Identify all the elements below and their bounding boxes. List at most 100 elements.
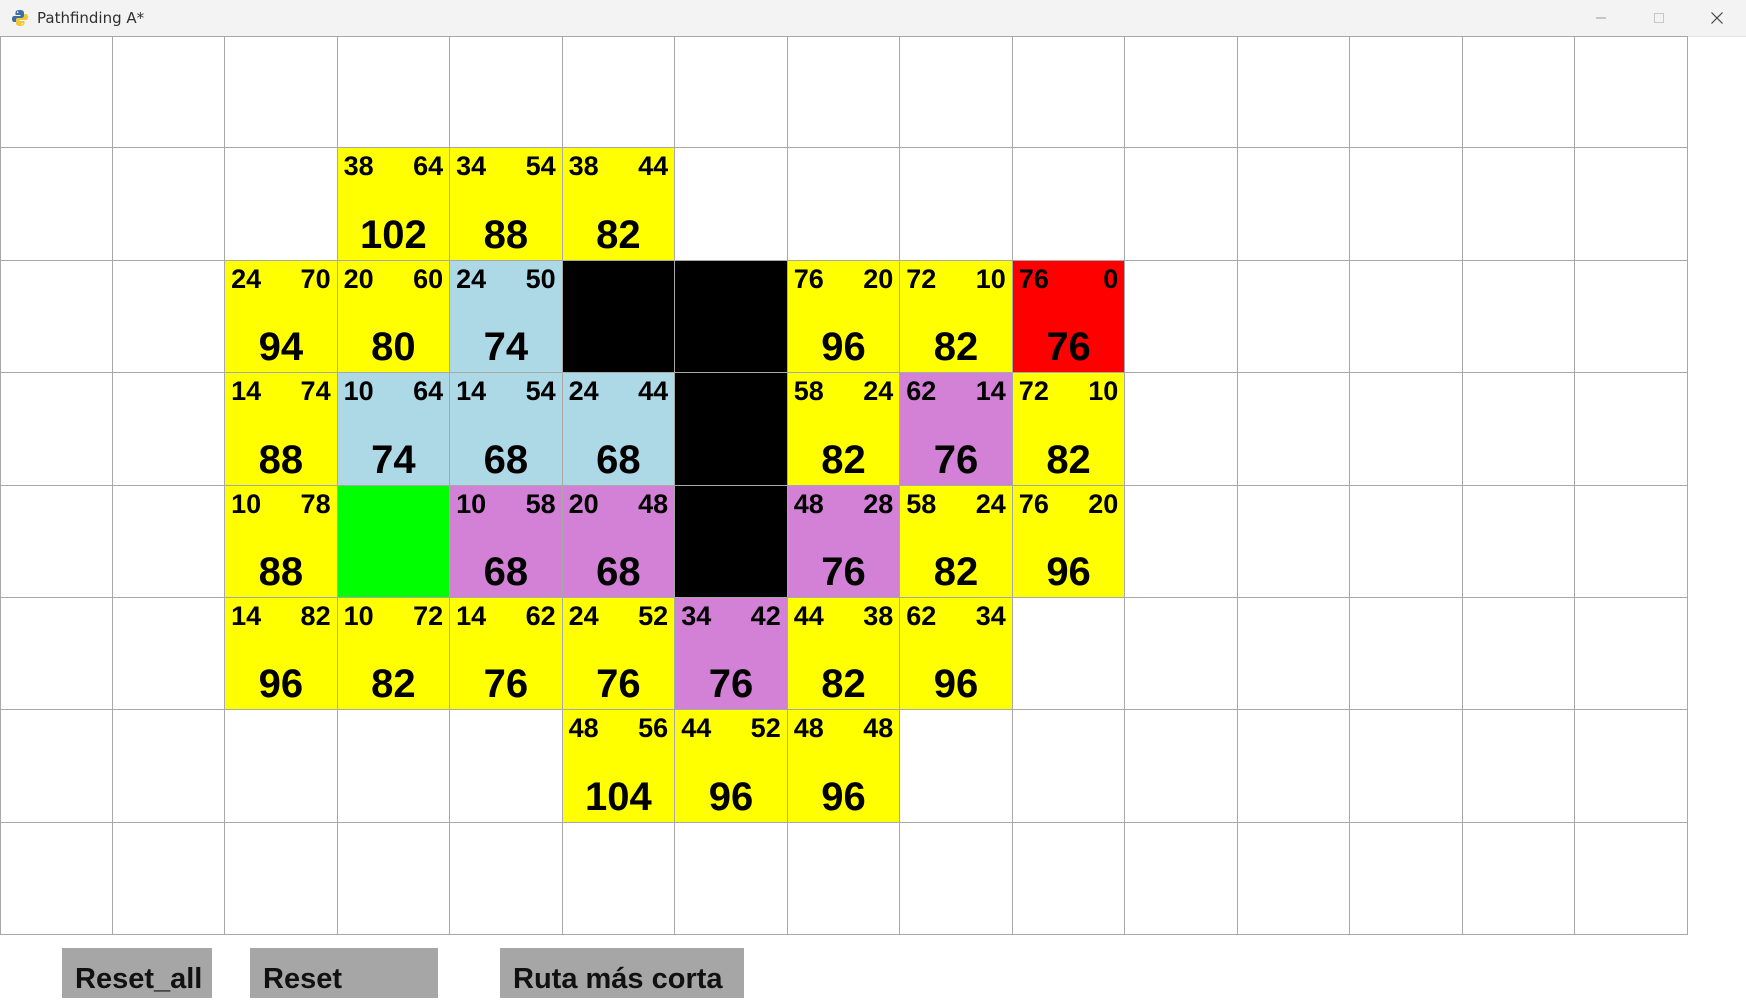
grid-cell-closed[interactable]: 10 64 74 xyxy=(337,373,451,486)
grid-cell-closed[interactable]: 24 44 68 xyxy=(562,373,676,486)
grid-cell-empty[interactable] xyxy=(1462,36,1576,149)
grid-cell-empty[interactable] xyxy=(0,597,113,711)
grid-cell-open[interactable]: 58 24 82 xyxy=(900,485,1013,598)
grid-cell-empty[interactable] xyxy=(450,36,563,149)
grid-cell-empty[interactable] xyxy=(1575,260,1688,374)
grid-cell-empty[interactable] xyxy=(1012,710,1126,823)
grid-cell-empty[interactable] xyxy=(0,485,113,598)
grid-cell-empty[interactable] xyxy=(1462,485,1576,598)
grid-cell-open[interactable]: 34 54 88 xyxy=(450,148,563,261)
grid-cell-empty[interactable] xyxy=(1125,822,1238,935)
grid-cell-barrier[interactable] xyxy=(675,373,788,486)
grid-cell-open[interactable]: 76 20 96 xyxy=(787,260,901,374)
grid-cell-empty[interactable] xyxy=(1125,260,1238,374)
grid-cell-open[interactable]: 10 72 82 xyxy=(337,597,451,711)
grid-cell-empty[interactable] xyxy=(1237,36,1351,149)
grid-cell-empty[interactable] xyxy=(450,710,563,823)
grid-cell-open[interactable]: 44 52 96 xyxy=(675,710,788,823)
grid-cell-open[interactable]: 72 10 82 xyxy=(1012,373,1126,486)
close-icon[interactable] xyxy=(1688,0,1746,36)
grid-cell-empty[interactable] xyxy=(1350,260,1463,374)
grid-cell-empty[interactable] xyxy=(1350,485,1463,598)
grid-cell-start[interactable] xyxy=(337,485,451,598)
grid-cell-empty[interactable] xyxy=(1462,373,1576,486)
maximize-icon[interactable] xyxy=(1630,0,1688,36)
grid-cell-empty[interactable] xyxy=(1575,373,1688,486)
grid-cell-empty[interactable] xyxy=(112,710,226,823)
grid-cell-open[interactable]: 20 60 80 xyxy=(337,260,451,374)
grid-cell-empty[interactable] xyxy=(787,822,901,935)
grid-cell-open[interactable]: 58 24 82 xyxy=(787,373,901,486)
grid-cell-empty[interactable] xyxy=(112,36,226,149)
grid-cell-empty[interactable] xyxy=(112,485,226,598)
grid-cell-path[interactable]: 10 58 68 xyxy=(450,485,563,598)
grid-cell-empty[interactable] xyxy=(1575,485,1688,598)
reset-all-button[interactable]: Reset_all xyxy=(62,948,212,998)
grid-cell-empty[interactable] xyxy=(337,36,451,149)
grid-cell-empty[interactable] xyxy=(0,710,113,823)
grid-cell-empty[interactable] xyxy=(112,373,226,486)
pathfinding-grid[interactable]: 38 64 102 34 54 88 38 44 82 24 70 94 20 60 80 24 50 74 76 2… xyxy=(0,36,1688,935)
grid-cell-empty[interactable] xyxy=(1237,710,1351,823)
grid-cell-open[interactable]: 10 78 88 xyxy=(225,485,338,598)
grid-cell-empty[interactable] xyxy=(787,36,901,149)
grid-cell-empty[interactable] xyxy=(337,822,451,935)
grid-cell-closed[interactable]: 14 54 68 xyxy=(450,373,563,486)
grid-cell-empty[interactable] xyxy=(1462,822,1576,935)
reset-button[interactable]: Reset xyxy=(250,948,438,998)
grid-cell-empty[interactable] xyxy=(1012,597,1126,711)
grid-cell-empty[interactable] xyxy=(1462,597,1576,711)
grid-cell-empty[interactable] xyxy=(1350,597,1463,711)
grid-cell-empty[interactable] xyxy=(450,822,563,935)
grid-cell-empty[interactable] xyxy=(225,822,338,935)
grid-cell-empty[interactable] xyxy=(1350,148,1463,261)
grid-cell-empty[interactable] xyxy=(1462,710,1576,823)
grid-cell-path[interactable]: 34 42 76 xyxy=(675,597,788,711)
grid-cell-empty[interactable] xyxy=(1350,373,1463,486)
grid-cell-empty[interactable] xyxy=(112,822,226,935)
grid-cell-empty[interactable] xyxy=(0,373,113,486)
grid-cell-open[interactable]: 48 48 96 xyxy=(787,710,901,823)
grid-cell-path[interactable]: 62 14 76 xyxy=(900,373,1013,486)
grid-cell-open[interactable]: 24 52 76 xyxy=(562,597,676,711)
grid-cell-empty[interactable] xyxy=(1012,822,1126,935)
grid-cell-empty[interactable] xyxy=(1012,148,1126,261)
grid-cell-empty[interactable] xyxy=(900,710,1013,823)
grid-cell-path[interactable]: 48 28 76 xyxy=(787,485,901,598)
grid-cell-open[interactable]: 14 82 96 xyxy=(225,597,338,711)
grid-cell-empty[interactable] xyxy=(1125,710,1238,823)
grid-cell-empty[interactable] xyxy=(787,148,901,261)
grid-cell-barrier[interactable] xyxy=(675,260,788,374)
grid-cell-empty[interactable] xyxy=(562,822,676,935)
grid-cell-path[interactable]: 20 48 68 xyxy=(562,485,676,598)
minimize-icon[interactable] xyxy=(1572,0,1630,36)
shortest-path-button[interactable]: Ruta más corta xyxy=(500,948,744,998)
grid-cell-open[interactable]: 72 10 82 xyxy=(900,260,1013,374)
grid-cell-empty[interactable] xyxy=(562,36,676,149)
grid-cell-empty[interactable] xyxy=(1350,710,1463,823)
grid-cell-empty[interactable] xyxy=(1237,373,1351,486)
grid-cell-closed[interactable]: 24 50 74 xyxy=(450,260,563,374)
grid-cell-open[interactable]: 24 70 94 xyxy=(225,260,338,374)
grid-cell-open[interactable]: 38 64 102 xyxy=(337,148,451,261)
grid-cell-open[interactable]: 14 74 88 xyxy=(225,373,338,486)
grid-cell-open[interactable]: 14 62 76 xyxy=(450,597,563,711)
grid-cell-empty[interactable] xyxy=(337,710,451,823)
grid-cell-empty[interactable] xyxy=(900,148,1013,261)
grid-cell-empty[interactable] xyxy=(1125,373,1238,486)
grid-cell-empty[interactable] xyxy=(112,597,226,711)
grid-cell-empty[interactable] xyxy=(1350,36,1463,149)
grid-cell-empty[interactable] xyxy=(1575,36,1688,149)
grid-cell-barrier[interactable] xyxy=(675,485,788,598)
grid-cell-empty[interactable] xyxy=(1237,822,1351,935)
grid-cell-empty[interactable] xyxy=(225,36,338,149)
grid-cell-empty[interactable] xyxy=(675,36,788,149)
grid-cell-empty[interactable] xyxy=(1012,36,1126,149)
grid-cell-empty[interactable] xyxy=(900,822,1013,935)
grid-cell-empty[interactable] xyxy=(675,822,788,935)
grid-cell-empty[interactable] xyxy=(1462,148,1576,261)
grid-cell-empty[interactable] xyxy=(225,148,338,261)
grid-cell-empty[interactable] xyxy=(1575,597,1688,711)
grid-cell-empty[interactable] xyxy=(0,260,113,374)
grid-cell-open[interactable]: 38 44 82 xyxy=(562,148,676,261)
